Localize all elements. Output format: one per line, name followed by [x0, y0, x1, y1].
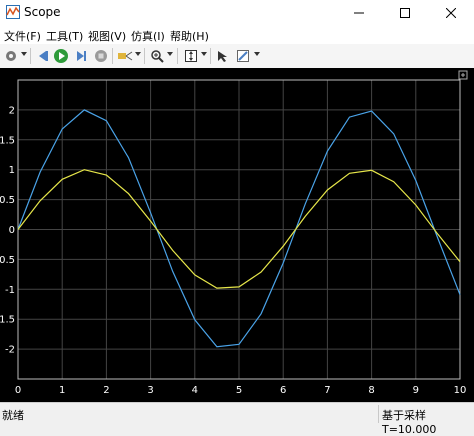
style-button[interactable]: [234, 47, 252, 65]
toolbar-separator: [144, 48, 145, 64]
status-ready-text: 就绪: [2, 409, 24, 422]
toolbar-separator: [30, 48, 31, 64]
y-tick-label: 0.5: [0, 195, 15, 206]
scale-axes-button[interactable]: [182, 47, 200, 65]
settings-button[interactable]: [2, 47, 20, 65]
scope-chart[interactable]: 0 1 2 3 4 5 6 7 8 9 10 2 1.5 1 0.5 0 -0.5 -1 -1.5 -2: [0, 68, 474, 402]
title-bar: Scope: [0, 0, 474, 26]
back-icon: [39, 51, 48, 61]
x-tick-label: 8: [368, 385, 374, 396]
status-divider: [378, 405, 379, 423]
step-back-button[interactable]: [34, 47, 52, 65]
x-tick-label: 4: [192, 385, 198, 396]
zoom-button[interactable]: [148, 47, 166, 65]
x-tick-label: 6: [280, 385, 286, 396]
stop-icon: [95, 50, 107, 62]
x-tick-label: 7: [324, 385, 330, 396]
toolbar: [0, 44, 474, 69]
settings-dropdown-arrow[interactable]: [21, 52, 27, 56]
y-tick-label: -0.5: [0, 255, 15, 266]
toolbar-separator: [210, 48, 211, 64]
status-sample-info: 基于采样 T=10.000: [382, 409, 437, 436]
pin-icon[interactable]: [458, 70, 468, 80]
minimize-icon: [354, 12, 364, 14]
style-dropdown-arrow[interactable]: [254, 52, 260, 56]
maximize-icon: [400, 8, 410, 18]
minimize-button[interactable]: [336, 0, 382, 26]
run-button[interactable]: [52, 47, 70, 65]
menu-simulation[interactable]: 仿真(I): [131, 28, 165, 44]
toolbar-separator: [112, 48, 113, 64]
zoom-icon: [151, 50, 164, 63]
menu-bar: 文件(F) 工具(T) 视图(V) 仿真(I) 帮助(H): [0, 26, 474, 44]
step-forward-button[interactable]: [72, 47, 90, 65]
scope-app-icon: [6, 5, 20, 19]
y-tick-label: -2: [5, 345, 15, 356]
x-tick-label: 0: [15, 385, 21, 396]
y-tick-label: -1.5: [0, 315, 15, 326]
step-icon: [77, 51, 86, 61]
close-button[interactable]: [428, 0, 474, 26]
scope-plot-area: 0 1 2 3 4 5 6 7 8 9 10 2 1.5 1 0.5 0 -0.5 -1 -1.5 -2: [0, 68, 474, 402]
style-icon: [237, 50, 249, 62]
menu-help[interactable]: 帮助(H): [170, 28, 209, 44]
scope-window: Scope 文件(F) 工具(T) 视图(V) 仿真(I) 帮助(H) 0 1 …: [0, 0, 474, 436]
maximize-button[interactable]: [382, 0, 428, 26]
menu-view[interactable]: 视图(V): [88, 28, 126, 44]
highlight-dropdown-arrow[interactable]: [135, 52, 141, 56]
x-tick-label: 2: [103, 385, 109, 396]
highlight-button[interactable]: [116, 47, 134, 65]
y-tick-label: -1: [5, 285, 15, 296]
y-tick-label: 2: [9, 105, 15, 116]
y-tick-label: 0: [9, 225, 15, 236]
cursor-measure-button[interactable]: [214, 47, 232, 65]
cursor-measure-icon: [218, 51, 227, 62]
y-tick-label: 1: [9, 165, 15, 176]
x-tick-label: 3: [147, 385, 153, 396]
run-icon: [54, 49, 68, 63]
x-tick-label: 9: [413, 385, 419, 396]
toolbar-separator: [177, 48, 178, 64]
x-tick-label: 1: [59, 385, 65, 396]
window-title: Scope: [24, 5, 61, 19]
x-tick-label: 10: [454, 385, 467, 396]
menu-tools[interactable]: 工具(T): [46, 28, 83, 44]
scale-dropdown-arrow[interactable]: [201, 52, 207, 56]
gear-icon: [6, 51, 16, 61]
close-icon: [446, 8, 456, 18]
highlight-icon: [118, 51, 133, 61]
stop-button[interactable]: [92, 47, 110, 65]
x-tick-label: 5: [236, 385, 242, 396]
menu-file[interactable]: 文件(F): [4, 28, 41, 44]
y-tick-label: 1.5: [0, 135, 15, 146]
zoom-dropdown-arrow[interactable]: [167, 52, 173, 56]
status-bar: 就绪 基于采样 T=10.000: [0, 402, 474, 436]
scale-axes-icon: [185, 50, 197, 62]
